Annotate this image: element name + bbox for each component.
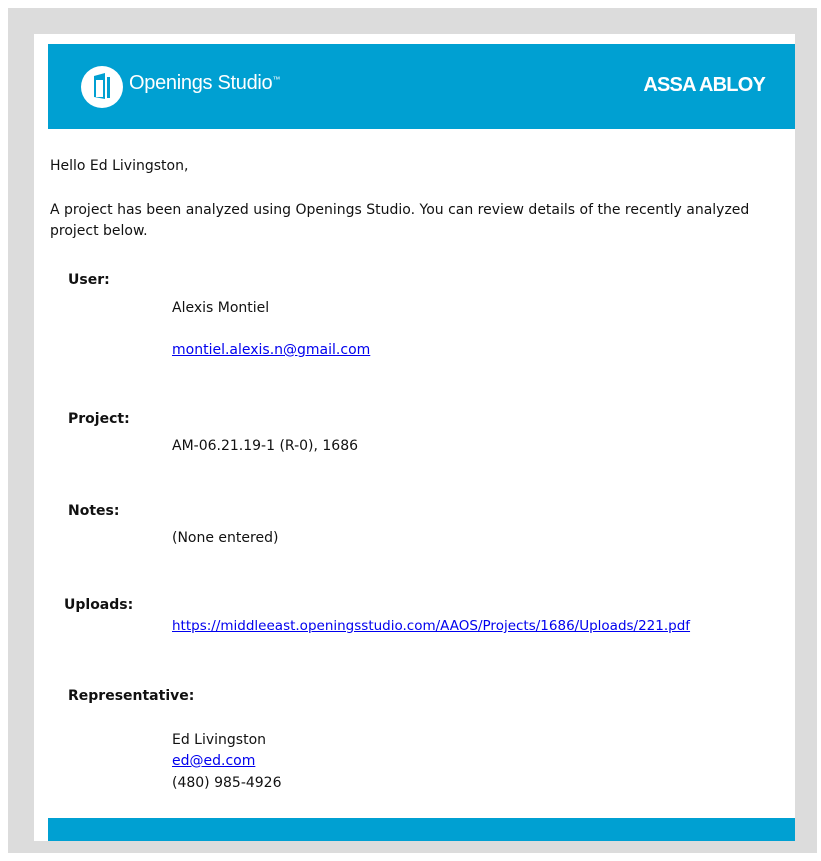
greeting-text: Hello Ed Livingston,	[50, 158, 189, 174]
email-card: Openings Studio™ ASSA ABLOY Hello Ed Liv…	[34, 34, 795, 841]
representative-label: Representative:	[68, 688, 195, 704]
brand-logo: ASSA ABLOY	[643, 74, 765, 96]
uploads-link[interactable]: https://middleeast.openingsstudio.com/AA…	[172, 616, 690, 637]
project-label: Project:	[68, 411, 130, 427]
representative-email-link[interactable]: ed@ed.com	[172, 751, 255, 772]
email-frame: Openings Studio™ ASSA ABLOY Hello Ed Liv…	[8, 8, 817, 853]
intro-text: A project has been analyzed using Openin…	[50, 202, 750, 239]
representative-name: Ed Livingston	[172, 732, 267, 748]
header-banner: Openings Studio™ ASSA ABLOY	[48, 44, 795, 129]
notes-label: Notes:	[68, 503, 120, 519]
door-icon	[81, 66, 123, 108]
footer-bar	[48, 818, 795, 841]
uploads-label: Uploads:	[64, 597, 134, 613]
user-label: User:	[68, 272, 110, 288]
trademark-symbol: ™	[272, 75, 281, 84]
user-name: Alexis Montiel	[172, 300, 270, 316]
user-email-link[interactable]: montiel.alexis.n@gmail.com	[172, 340, 370, 361]
project-value: AM-06.21.19-1 (R-0), 1686	[172, 438, 359, 454]
notes-value: (None entered)	[172, 530, 279, 546]
representative-phone: (480) 985-4926	[172, 775, 282, 791]
product-name: Openings Studio	[129, 72, 273, 94]
product-logo-text: Openings Studio™	[129, 72, 280, 95]
